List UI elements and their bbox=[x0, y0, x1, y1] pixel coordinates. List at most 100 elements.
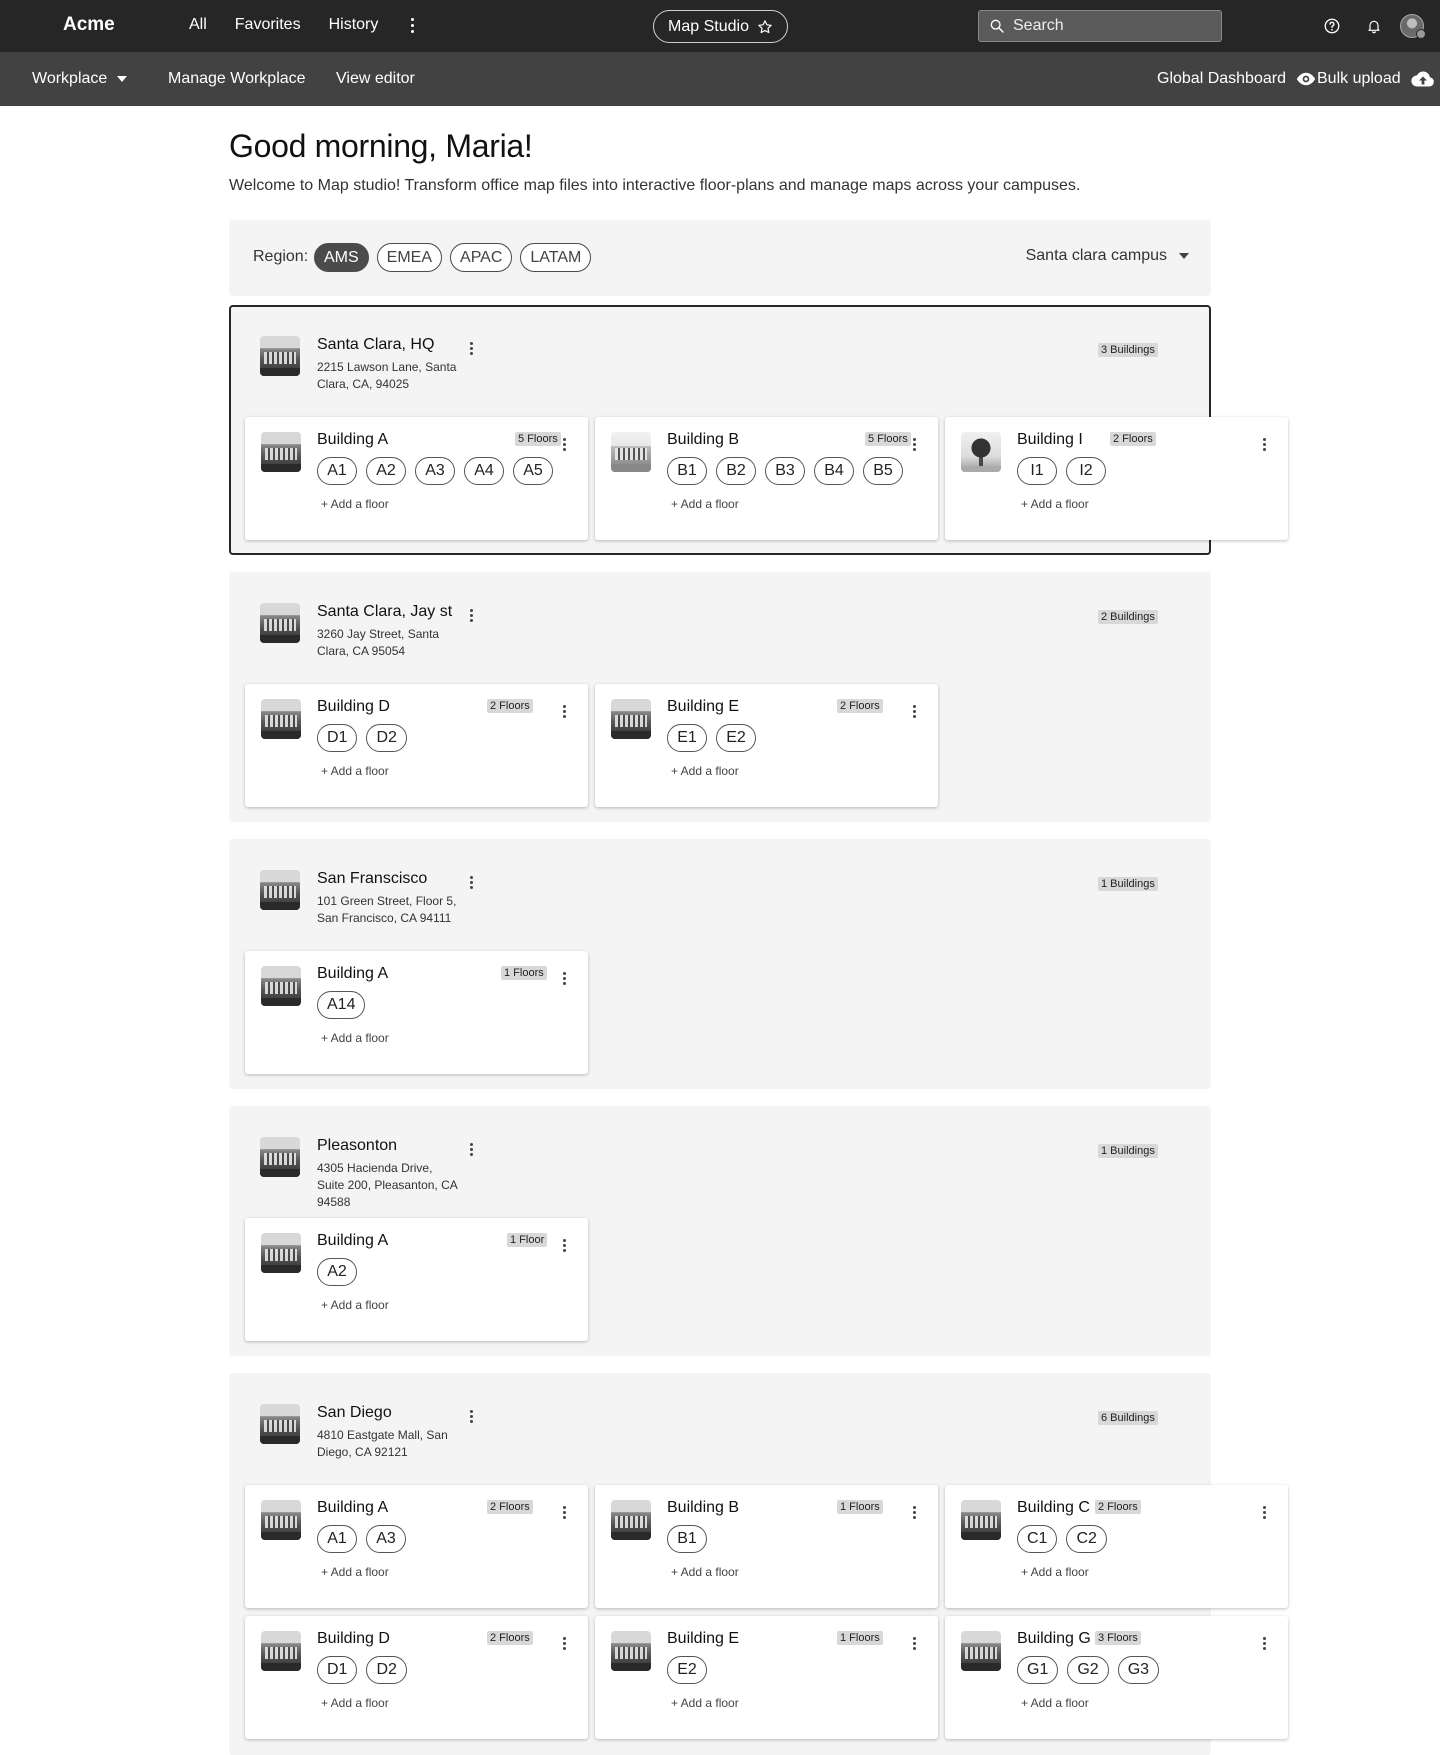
building-more-icon[interactable] bbox=[1258, 435, 1270, 453]
floor-chip[interactable]: A2 bbox=[317, 1258, 357, 1286]
floor-chip[interactable]: A3 bbox=[366, 1525, 406, 1553]
search-input[interactable] bbox=[1013, 17, 1203, 35]
manage-workplace-link[interactable]: Manage Workplace bbox=[168, 70, 306, 88]
floor-chip[interactable]: A5 bbox=[513, 457, 553, 485]
floor-chip[interactable]: G1 bbox=[1017, 1656, 1059, 1684]
building-more-icon[interactable] bbox=[558, 1503, 570, 1521]
floor-chip[interactable]: E1 bbox=[667, 724, 707, 752]
region-chip-emea[interactable]: EMEA bbox=[376, 243, 443, 272]
map-studio-button[interactable]: Map Studio bbox=[653, 10, 788, 43]
building-more-icon[interactable] bbox=[558, 435, 570, 453]
brand-logo[interactable]: Acme bbox=[63, 14, 115, 36]
floor-chip[interactable]: A2 bbox=[366, 457, 406, 485]
add-floor-link[interactable]: + Add a floor bbox=[321, 1031, 389, 1045]
floor-chip[interactable]: A1 bbox=[317, 1525, 357, 1553]
star-icon[interactable] bbox=[757, 19, 773, 35]
region-chip-apac[interactable]: APAC bbox=[450, 243, 513, 272]
bulk-upload-label: Bulk upload bbox=[1317, 70, 1401, 87]
building-more-icon[interactable] bbox=[1258, 1634, 1270, 1652]
campus-select[interactable]: Santa clara campus bbox=[1026, 247, 1189, 265]
building-card[interactable]: Building B 1 Floors B1 + Add a floor bbox=[595, 1485, 938, 1608]
add-floor-link[interactable]: + Add a floor bbox=[321, 1298, 389, 1312]
building-card[interactable]: Building A 1 Floor A2 + Add a floor bbox=[245, 1218, 588, 1341]
add-floor-link[interactable]: + Add a floor bbox=[671, 764, 739, 778]
global-dashboard-link[interactable]: Global Dashboard bbox=[1157, 70, 1316, 88]
campus-card[interactable]: Santa Clara, HQ 2215 Lawson Lane, Santa C… bbox=[229, 305, 1288, 555]
floor-chip[interactable]: D1 bbox=[317, 724, 358, 752]
add-floor-link[interactable]: + Add a floor bbox=[1021, 497, 1089, 511]
campus-more-icon[interactable] bbox=[465, 339, 477, 357]
campus-more-icon[interactable] bbox=[465, 873, 477, 891]
building-more-icon[interactable] bbox=[908, 1503, 920, 1521]
building-card[interactable]: Building D 2 Floors D1 D2 + Add a floor bbox=[245, 684, 588, 807]
floor-chip[interactable]: A1 bbox=[317, 457, 357, 485]
more-menu-icon[interactable] bbox=[404, 14, 420, 36]
building-card[interactable]: Building E 2 Floors E1 E2 + Add a floor bbox=[595, 684, 938, 807]
floor-chip[interactable]: B5 bbox=[863, 457, 903, 485]
avatar[interactable] bbox=[1400, 14, 1426, 39]
nav-favorites[interactable]: Favorites bbox=[235, 16, 301, 34]
campus-more-icon[interactable] bbox=[465, 1407, 477, 1425]
building-card[interactable]: Building G 3 Floors G1 G2 G3 + Add a floor bbox=[945, 1616, 1288, 1739]
floor-chip[interactable]: I1 bbox=[1017, 457, 1057, 485]
building-more-icon[interactable] bbox=[558, 702, 570, 720]
building-card[interactable]: Building A 2 Floors A1 A3 + Add a floor bbox=[245, 1485, 588, 1608]
add-floor-link[interactable]: + Add a floor bbox=[1021, 1696, 1089, 1710]
floor-chip[interactable]: E2 bbox=[716, 724, 756, 752]
building-more-icon[interactable] bbox=[558, 969, 570, 987]
building-more-icon[interactable] bbox=[908, 435, 920, 453]
building-card[interactable]: Building B 5 Floors B1 B2 B3 B4 B5 + Add a floo… bbox=[595, 417, 938, 540]
floor-chip[interactable]: G2 bbox=[1067, 1656, 1109, 1684]
floor-chip[interactable]: G3 bbox=[1117, 1656, 1160, 1684]
campus-card[interactable]: San Franscisco 101 Green Street, Floor 5,… bbox=[229, 839, 1211, 1089]
building-card[interactable]: Building I 2 Floors I1 I2 + Add a floor bbox=[945, 417, 1288, 540]
floor-chip[interactable]: D1 bbox=[317, 1656, 358, 1684]
add-floor-link[interactable]: + Add a floor bbox=[321, 764, 389, 778]
add-floor-link[interactable]: + Add a floor bbox=[671, 1565, 739, 1579]
building-card[interactable]: Building C 2 Floors C1 C2 + Add a floor bbox=[945, 1485, 1288, 1608]
floor-chip[interactable]: D2 bbox=[366, 1656, 407, 1684]
building-card[interactable]: Building A 1 Floors A14 + Add a floor bbox=[245, 951, 588, 1074]
building-card[interactable]: Building A 5 Floors A1 A2 A3 A4 A5 + Add a floo… bbox=[245, 417, 588, 540]
campus-more-icon[interactable] bbox=[465, 606, 477, 624]
add-floor-link[interactable]: + Add a floor bbox=[321, 1565, 389, 1579]
nav-all[interactable]: All bbox=[189, 16, 207, 34]
add-floor-link[interactable]: + Add a floor bbox=[321, 1696, 389, 1710]
campus-card[interactable]: Pleasonton 4305 Hacienda Drive, Suite 200… bbox=[229, 1106, 1211, 1356]
floor-chip[interactable]: D2 bbox=[366, 724, 407, 752]
floor-chip[interactable]: B1 bbox=[667, 457, 707, 485]
bulk-upload-button[interactable]: Bulk upload bbox=[1317, 70, 1435, 88]
view-editor-link[interactable]: View editor bbox=[336, 70, 415, 88]
campus-card[interactable]: San Diego 4810 Eastgate Mall, San Diego, … bbox=[229, 1373, 1288, 1755]
floor-chip[interactable]: B4 bbox=[814, 457, 854, 485]
help-icon[interactable] bbox=[1320, 14, 1344, 38]
building-more-icon[interactable] bbox=[908, 1634, 920, 1652]
add-floor-link[interactable]: + Add a floor bbox=[671, 1696, 739, 1710]
floor-chip[interactable]: B2 bbox=[716, 457, 756, 485]
floor-chip[interactable]: A4 bbox=[464, 457, 504, 485]
floor-chip[interactable]: E2 bbox=[667, 1656, 707, 1684]
building-card[interactable]: Building E 1 Floors E2 + Add a floor bbox=[595, 1616, 938, 1739]
building-more-icon[interactable] bbox=[908, 702, 920, 720]
building-more-icon[interactable] bbox=[558, 1634, 570, 1652]
floor-chip[interactable]: I2 bbox=[1066, 457, 1106, 485]
floor-chip[interactable]: C1 bbox=[1017, 1525, 1058, 1553]
floor-chip[interactable]: B3 bbox=[765, 457, 805, 485]
building-more-icon[interactable] bbox=[1258, 1503, 1270, 1521]
region-chip-latam[interactable]: LATAM bbox=[520, 243, 592, 272]
nav-history[interactable]: History bbox=[329, 16, 379, 34]
add-floor-link[interactable]: + Add a floor bbox=[671, 497, 739, 511]
floor-chip[interactable]: A3 bbox=[415, 457, 455, 485]
building-more-icon[interactable] bbox=[558, 1236, 570, 1254]
workplace-dropdown[interactable]: Workplace bbox=[32, 70, 128, 88]
add-floor-link[interactable]: + Add a floor bbox=[321, 497, 389, 511]
floor-chip[interactable]: A14 bbox=[317, 991, 366, 1019]
floor-chip[interactable]: B1 bbox=[667, 1525, 707, 1553]
floor-chip[interactable]: C2 bbox=[1066, 1525, 1107, 1553]
add-floor-link[interactable]: + Add a floor bbox=[1021, 1565, 1089, 1579]
region-chip-ams[interactable]: AMS bbox=[314, 243, 369, 272]
building-card[interactable]: Building D 2 Floors D1 D2 + Add a floor bbox=[245, 1616, 588, 1739]
campus-more-icon[interactable] bbox=[465, 1140, 477, 1158]
bell-icon[interactable] bbox=[1362, 14, 1386, 38]
campus-card[interactable]: Santa Clara, Jay st 3260 Jay Street, Sant… bbox=[229, 572, 1211, 822]
